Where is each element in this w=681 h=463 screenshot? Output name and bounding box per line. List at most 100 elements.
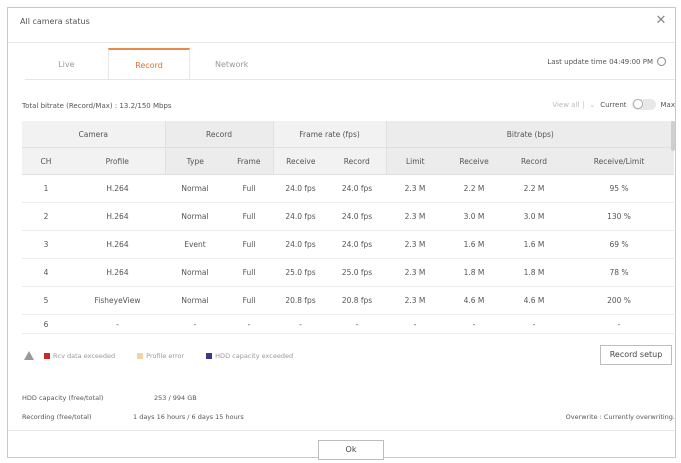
group-header-bitrate: Bitrate (bps) (386, 121, 674, 148)
table-cell: 25.0 fps (328, 258, 387, 287)
table-cell: Event (165, 230, 225, 259)
legend-hdd: HDD capacity exceeded (206, 352, 293, 360)
col-header: Receive (273, 147, 329, 175)
col-header: Profile (70, 147, 166, 175)
legend-label: Profile error (146, 351, 185, 360)
table-cell: 24.0 fps (273, 230, 329, 259)
table-cell: H.264 (70, 174, 165, 203)
table-cell: 200 % (564, 286, 674, 315)
table-cell: Full (225, 258, 274, 287)
table-cell: 25.0 fps (273, 258, 329, 287)
last-update: Last update time 04:49:00 PM (547, 57, 666, 66)
tab-live[interactable]: Live (25, 48, 108, 79)
dialog-title: All camera status (20, 17, 90, 26)
table-cell: 24.0 fps (328, 230, 387, 259)
table-cell: 95 % (564, 174, 674, 203)
legend-profile: Profile error (137, 352, 184, 360)
hdd-capacity: HDD capacity (free/total) 253 / 994 GB (22, 394, 197, 402)
table-cell: 1 (22, 174, 70, 203)
table-row[interactable]: 6--------- (22, 314, 674, 334)
table-cell: Full (225, 202, 274, 231)
table-cell: Normal (165, 286, 225, 315)
chevron-down-icon[interactable]: ⌄ (589, 101, 595, 109)
table-cell: H.264 (70, 258, 165, 287)
table-cell: - (386, 314, 445, 334)
table-cell: Full (225, 174, 274, 203)
current-max-toggle[interactable] (631, 99, 656, 110)
table-cell: Normal (165, 202, 225, 231)
legend-label: HDD capacity exceeded (215, 351, 294, 360)
table-cell: 4.6 M (504, 286, 565, 315)
table-row[interactable]: 5 FisheyeView Normal Full 20.8 fps 20.8 fps 2.… (22, 286, 674, 315)
refresh-icon[interactable] (657, 57, 666, 66)
recording-value: 1 days 16 hours / 6 days 15 hours (133, 413, 244, 421)
table-cell: 1.8 M (504, 258, 565, 287)
group-header-frame-rate: Frame rate (fps) (273, 121, 387, 148)
table-cell: 2.3 M (386, 174, 445, 203)
table-row[interactable]: 2 H.264 Normal Full 24.0 fps 24.0 fps 2.3 M 3.0… (22, 202, 674, 231)
col-header: Limit (386, 147, 445, 175)
col-header: Frame (225, 147, 274, 175)
overwrite-status: Overwrite : Currently overwriting. (565, 413, 675, 421)
table-scrollbar[interactable] (671, 121, 675, 151)
close-icon[interactable]: ✕ (654, 14, 668, 28)
table-row[interactable]: 1 H.264 Normal Full 24.0 fps 24.0 fps 2.3 M 2.2… (22, 174, 674, 203)
group-header-record: Record (165, 121, 274, 148)
legend-swatch (137, 352, 144, 359)
table-cell: - (444, 314, 505, 334)
table-cell: FisheyeView (70, 286, 165, 315)
table-cell: 130 % (564, 202, 674, 231)
table-cell: 69 % (564, 230, 674, 259)
table-cell: 4 (22, 258, 70, 287)
table-cell: - (225, 314, 274, 334)
table-row[interactable]: 4 H.264 Normal Full 25.0 fps 25.0 fps 2.3 M 1.8… (22, 258, 674, 287)
table-cell: 2.2 M (504, 174, 565, 203)
table-cell: 5 (22, 286, 70, 315)
col-header: Receive/Limit (564, 147, 674, 175)
table-cell: 1.6 M (444, 230, 505, 259)
table-cell: H.264 (70, 230, 165, 259)
col-header: Receive (444, 147, 505, 175)
table-cell: 3.0 M (444, 202, 505, 231)
total-bitrate: Total bitrate (Record/Max) : 13.2/150 Mb… (22, 102, 172, 110)
warning-icon (24, 351, 34, 360)
table-cell: 2.3 M (386, 202, 445, 231)
tab-network[interactable]: Network (190, 48, 273, 79)
record-setup-button[interactable]: Record setup (600, 345, 672, 365)
table-cell: 2.3 M (386, 258, 445, 287)
table-row[interactable]: 3 H.264 Event Full 24.0 fps 24.0 fps 2.3 M 1.6 … (22, 230, 674, 259)
table-cell: Normal (165, 258, 225, 287)
table-cell: 6 (22, 314, 70, 334)
table-cell: 2.3 M (386, 286, 445, 315)
table-cell: - (165, 314, 225, 334)
table-cell: 78 % (564, 258, 674, 287)
table-cell: 24.0 fps (273, 202, 329, 231)
group-header-camera: Camera (22, 121, 166, 148)
table-cell: 4.6 M (444, 286, 505, 315)
camera-status-dialog: All camera status ✕ Live Record Network … (7, 7, 676, 460)
legend-swatch (44, 352, 50, 359)
table-cell: Normal (165, 174, 225, 203)
table-cell: 2 (22, 202, 70, 231)
col-header: Record (328, 147, 387, 175)
recording-label: Recording (free/total) (22, 413, 92, 421)
hdd-label: HDD capacity (free/total) (22, 394, 104, 402)
table-cell: 20.8 fps (273, 286, 329, 315)
divider (25, 79, 675, 80)
tab-record[interactable]: Record (107, 48, 191, 80)
camera-table: Camera Record Frame rate (fps) Bitrate (… (22, 121, 674, 338)
table-cell: 3 (22, 230, 70, 259)
toggle-knob (632, 99, 643, 109)
col-header: Type (165, 147, 225, 175)
table-cell: - (273, 314, 329, 334)
table-cell: 1.8 M (444, 258, 505, 287)
max-label: Max (660, 100, 675, 109)
table-cell: 24.0 fps (273, 174, 329, 203)
view-all-select[interactable]: View all (552, 100, 585, 109)
table-cell: Full (225, 286, 274, 315)
ok-button[interactable]: Ok (318, 440, 384, 460)
last-update-text: Last update time 04:49:00 PM (547, 57, 653, 66)
recording-capacity: Recording (free/total) 1 days 16 hours /… (22, 413, 244, 421)
hdd-value: 253 / 994 GB (154, 394, 197, 402)
table-cell: H.264 (70, 202, 165, 231)
